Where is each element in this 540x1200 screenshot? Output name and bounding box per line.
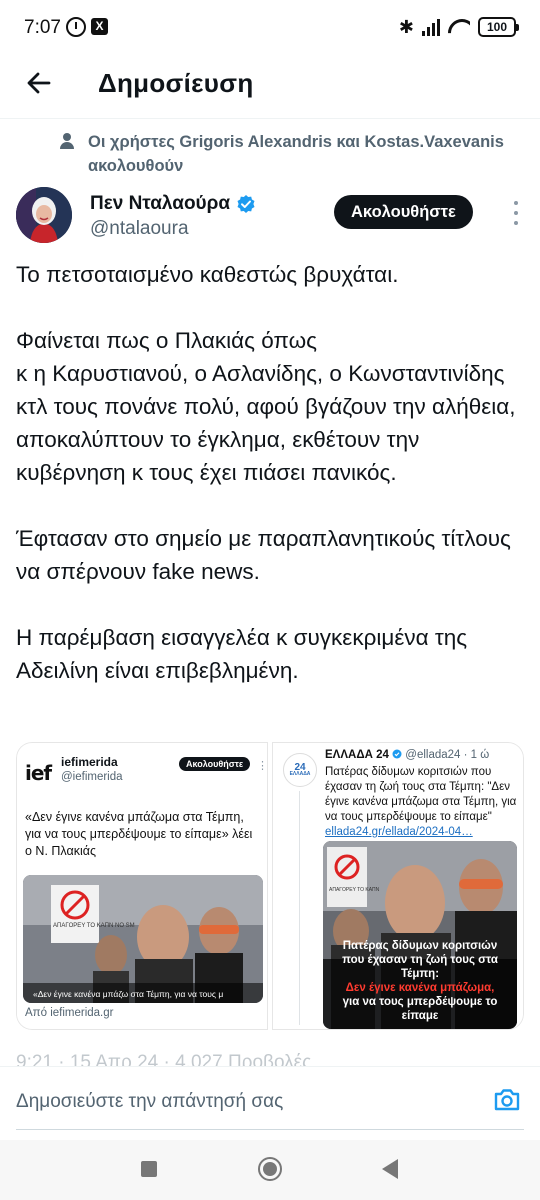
verified-badge-icon [392,749,402,759]
status-icons: ✱ 100 [398,16,519,38]
header-divider [0,118,540,119]
social-context-text: Οι χρήστες Grigoris Alexandris και Kosta… [88,133,504,175]
follow-button[interactable]: Ακολουθήστε [334,195,473,229]
avatar[interactable] [16,187,72,243]
tweet-paragraph: Έφτασαν στο σημείο με παραπλανητικούς τί… [16,526,511,584]
signal-icon [422,18,440,36]
system-back-icon[interactable] [382,1159,398,1179]
alarm-icon [66,17,86,37]
embedded-author-name: iefimerida [61,755,118,769]
ellada24-logo: 24 ΕΛΛΑΔΑ [283,753,317,787]
sign-text: ΑΠΑΓΟΡΕΥ ΤΟ ΚΑΠΝ [329,887,380,893]
back-arrow-icon[interactable] [22,66,56,100]
verified-badge-icon [236,194,256,214]
media-image-left[interactable]: ief iefimerida @iefimerida Ακολουθήστε ⋮… [16,742,268,1030]
ellada24-logo-sub: ΕΛΛΑΔΑ [289,771,311,777]
media-grid: ief iefimerida @iefimerida Ακολουθήστε ⋮… [16,742,524,1030]
caption-line: για να τους μπερδέψουμε το είπαμε [342,996,498,1022]
embedded-more-icon: ⋮ [257,760,268,772]
embedded-post-text: Πατέρας δίδυμων κοριτσιών που έχασαν τη … [325,765,519,840]
press-photo: ΑΠΑΓΟΡΕΥ ΤΟ ΚΑΠΝ Πατέρας δίδυμων κοριτσι… [323,841,517,1029]
person-icon [60,133,74,149]
social-context[interactable]: Οι χρήστες Grigoris Alexandris και Kosta… [60,130,538,178]
press-photo: ΑΠΑΓΟΡΕΥ ΤΟ ΚΑΠΝ NO SM «Δεν έγινε κανένα… [23,875,263,1003]
system-nav-bar [0,1140,540,1200]
sign-text: ΑΠΑΓΟΡΕΥ ΤΟ ΚΑΠΝ NO SM [53,923,135,929]
x-app-icon: X [91,18,108,35]
reply-bar: Δημοσιεύστε την απάντησή σας [0,1066,540,1140]
embedded-author-row: ΕΛΛΑΔΑ 24 @ellada24 · 1 ώ [325,749,489,761]
media-image-right[interactable]: 24 ΕΛΛΑΔΑ ΕΛΛΑΔΑ 24 @ellada24 · 1 ώ Πατέ… [272,742,524,1030]
more-options-icon[interactable] [506,201,526,225]
recents-icon[interactable] [141,1161,157,1177]
photo-subtitle: «Δεν έγινε κανένα μπάζω στα Τέμπη, για ν… [33,989,223,999]
embedded-author-name: ΕΛΛΑΔΑ 24 [325,749,389,761]
photo-caption: Πατέρας δίδυμων κοριτσιών που έχασαν τη … [323,939,517,1023]
status-time: 7:07 [24,17,61,38]
caption-highlight: Δεν έγινε κανένα μπάζωμα, [345,982,495,994]
author-name[interactable]: Πεν Νταλαούρα [90,193,230,215]
tweet-text: Το πετσοταισμένο καθεστώς βρυχάται. Φαίν… [16,258,522,720]
camera-icon[interactable] [492,1085,522,1115]
author-row: Πεν Νταλαούρα @ntalaoura Ακολουθήστε [16,187,526,247]
embedded-follow-button: Ακολουθήστε [179,757,251,771]
status-bar: 7:07 X ✱ 100 [0,0,540,56]
top-app-bar: Δημοσίευση [0,56,540,118]
battery-icon: 100 [478,17,519,37]
author-handle[interactable]: @ntalaoura [90,218,189,240]
link-source: Από iefimerida.gr [25,1007,114,1019]
thread-line [299,791,300,1025]
tweet-paragraph: Το πετσοταισμένο καθεστώς βρυχάται. [16,262,399,287]
reply-underline [16,1129,524,1130]
home-icon[interactable] [258,1157,282,1181]
author-name-row: Πεν Νταλαούρα [90,193,256,215]
caption-line: Πατέρας δίδυμων κοριτσιών [342,940,498,952]
embedded-post-link: ellada24.gr/ellada/2024-04… [325,826,473,838]
tweet-paragraph: Φαίνεται πως ο Πλακιάς όπως κ η Καρυστια… [16,328,516,485]
caption-line: που έχασαν τη ζωή τους στα Τέμπη: [342,954,498,980]
tweet-paragraph: Η παρέμβαση εισαγγελέα κ συγκεκριμένα τη… [16,625,468,683]
bluetooth-icon: ✱ [398,16,414,37]
embedded-author-handle: @iefimerida [61,771,123,783]
embedded-quote: «Δεν έγινε κανένα μπάζωμα στα Τέμπη, για… [25,810,253,858]
embedded-author-handle: @ellada24 · 1 ώ [405,749,490,761]
iefimerida-logo: ief [25,761,52,785]
page-title: Δημοσίευση [98,68,254,98]
wifi-icon [448,19,470,35]
embedded-post-body: Πατέρας δίδυμων κοριτσιών που έχασαν τη … [325,766,517,823]
reply-input[interactable]: Δημοσιεύστε την απάντησή σας [16,1091,283,1113]
